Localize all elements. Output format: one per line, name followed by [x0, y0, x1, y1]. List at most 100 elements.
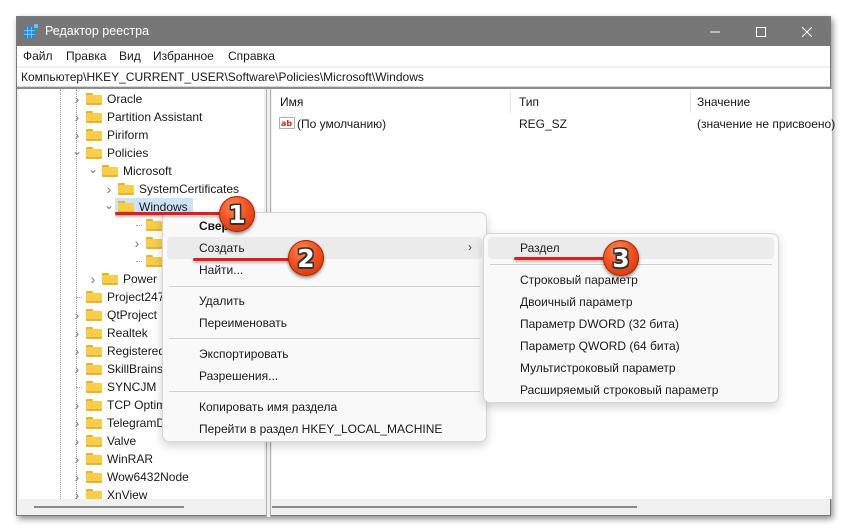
chevron-right-icon[interactable]: › [72, 414, 82, 432]
chevron-right-icon[interactable]: › [72, 360, 82, 378]
tree-item-label: Piriform [107, 128, 149, 142]
column-header-type[interactable]: Тип [519, 95, 539, 109]
column-separator[interactable] [510, 91, 511, 113]
menu-help[interactable]: Справка [228, 49, 275, 63]
list-horizontal-scrollbar[interactable] [272, 499, 830, 515]
tree-item[interactable]: › SystemCertificates [104, 180, 239, 198]
menu-item-export[interactable]: Экспортировать [167, 343, 482, 365]
tree-connector [72, 378, 82, 396]
folder-icon [86, 363, 102, 375]
value-name: (По умолчанию) [297, 117, 387, 131]
column-header-value[interactable]: Значение [697, 95, 750, 109]
tree-item[interactable]: › Realtek [72, 324, 148, 342]
tree-item-label: Wow6432Node [107, 470, 189, 484]
chevron-right-icon[interactable]: › [88, 270, 98, 288]
folder-icon [86, 399, 102, 411]
tree-item[interactable]: › SkillBrains [72, 360, 163, 378]
tree-item-label: SkillBrains [107, 362, 164, 376]
chevron-right-icon[interactable]: › [72, 126, 82, 144]
tree-item-label: Microsoft [123, 164, 172, 178]
chevron-right-icon[interactable]: › [72, 108, 82, 126]
folder-icon [86, 381, 102, 393]
tree-item[interactable]: › XnView [72, 486, 147, 499]
chevron-right-icon[interactable]: › [72, 432, 82, 450]
tree-item[interactable]: › QtProject [72, 306, 157, 324]
chevron-right-icon[interactable]: › [72, 306, 82, 324]
menu-item-copy-key-name[interactable]: Копировать имя раздела [167, 396, 482, 418]
chevron-right-icon[interactable]: › [132, 234, 142, 252]
menu-favorites[interactable]: Избранное [153, 49, 214, 63]
tree-item-label: WinRAR [107, 452, 154, 466]
menu-item-find[interactable]: Найти... [167, 259, 482, 281]
step-badge-2: 2 [288, 240, 324, 276]
menu-item-delete[interactable]: Удалить [167, 290, 482, 312]
menu-item-permissions[interactable]: Разрешения... [167, 365, 482, 387]
tree-item[interactable]: › Wow6432Node [72, 468, 189, 486]
tree-item[interactable]: Project247 [72, 288, 164, 306]
submenu-item-binary[interactable]: Двоичный параметр [488, 291, 774, 313]
menu-view[interactable]: Вид [119, 49, 141, 63]
tree-item[interactable]: › Registered. [72, 342, 169, 360]
folder-icon [146, 255, 162, 267]
annotation-underline-2 [193, 258, 290, 261]
chevron-right-icon[interactable]: › [72, 396, 82, 414]
window-title: Редактор реестра [45, 24, 150, 38]
minimize-button[interactable] [692, 17, 738, 46]
annotation-underline-1 [115, 212, 220, 215]
tree-item[interactable]: ⌄ Microsoft [88, 162, 172, 180]
tree-item-label: TCP Optim [107, 398, 167, 412]
chevron-down-icon[interactable]: ⌄ [104, 198, 114, 216]
chevron-down-icon[interactable]: ⌄ [88, 162, 98, 180]
tree-connector [72, 288, 82, 306]
chevron-right-icon[interactable]: › [72, 342, 82, 360]
tree-item[interactable]: › Oracle [72, 90, 143, 108]
folder-icon [146, 237, 162, 249]
submenu-item-qword[interactable]: Параметр QWORD (64 бита) [488, 335, 774, 357]
chevron-down-icon[interactable]: ⌄ [72, 144, 82, 162]
chevron-right-icon[interactable]: › [72, 90, 82, 108]
chevron-right-icon[interactable]: › [104, 180, 114, 198]
chevron-right-icon[interactable]: › [72, 486, 82, 499]
menu-file[interactable]: Файл [23, 49, 53, 63]
tree-item[interactable]: › Valve [72, 432, 136, 450]
scrollbar-thumb[interactable] [34, 506, 184, 508]
menu-item-create[interactable]: Создать › [167, 237, 482, 259]
menu-item-rename[interactable]: Переименовать [167, 312, 482, 334]
tree-item[interactable]: › Partition Assistant [72, 108, 203, 126]
scrollbar-thumb[interactable] [272, 506, 637, 508]
tree-item[interactable]: › Piriform [72, 126, 149, 144]
tree-item[interactable]: › TCP Optim [72, 396, 166, 414]
menu-separator [169, 338, 480, 339]
tree-item-label: SYNCJM [107, 380, 157, 394]
address-path[interactable]: Компьютер\HKEY_CURRENT_USER\Software\Pol… [21, 70, 424, 84]
folder-icon [102, 273, 118, 285]
tree-item-label: Policies [107, 146, 149, 160]
submenu-item-expandable-string[interactable]: Расширяемый строковый параметр [488, 379, 774, 401]
tree-item[interactable]: › TelegramD [72, 414, 165, 432]
tree-item[interactable]: › Power [88, 270, 157, 288]
tree-item-label: SystemCertificates [139, 182, 240, 196]
submenu-item-dword[interactable]: Параметр DWORD (32 бита) [488, 313, 774, 335]
column-header-name[interactable]: Имя [280, 95, 303, 109]
chevron-right-icon[interactable]: › [72, 450, 82, 468]
address-bar[interactable]: Компьютер\HKEY_CURRENT_USER\Software\Pol… [17, 68, 830, 87]
chevron-right-icon[interactable]: › [72, 468, 82, 486]
menu-item-collapse[interactable]: Свер [167, 215, 482, 237]
tree-item[interactable]: SYNCJM [72, 378, 156, 396]
tree-item[interactable]: ⌄ Policies [72, 144, 148, 162]
column-separator[interactable] [690, 91, 691, 113]
submenu-item-multistring[interactable]: Мультистроковый параметр [488, 357, 774, 379]
tree-horizontal-scrollbar[interactable] [19, 499, 264, 515]
value-type: REG_SZ [519, 117, 568, 131]
menu-edit[interactable]: Правка [66, 49, 107, 63]
folder-icon [86, 471, 102, 483]
folder-icon [102, 165, 118, 177]
menu-item-goto-hklm[interactable]: Перейти в раздел HKEY_LOCAL_MACHINE [167, 418, 482, 440]
folder-icon [86, 345, 102, 357]
close-button[interactable] [784, 17, 830, 46]
folder-icon [118, 183, 134, 195]
tree-item[interactable]: › WinRAR [72, 450, 153, 468]
title-bar[interactable]: Редактор реестра [17, 17, 830, 46]
chevron-right-icon[interactable]: › [72, 324, 82, 342]
maximize-button[interactable] [738, 17, 784, 46]
